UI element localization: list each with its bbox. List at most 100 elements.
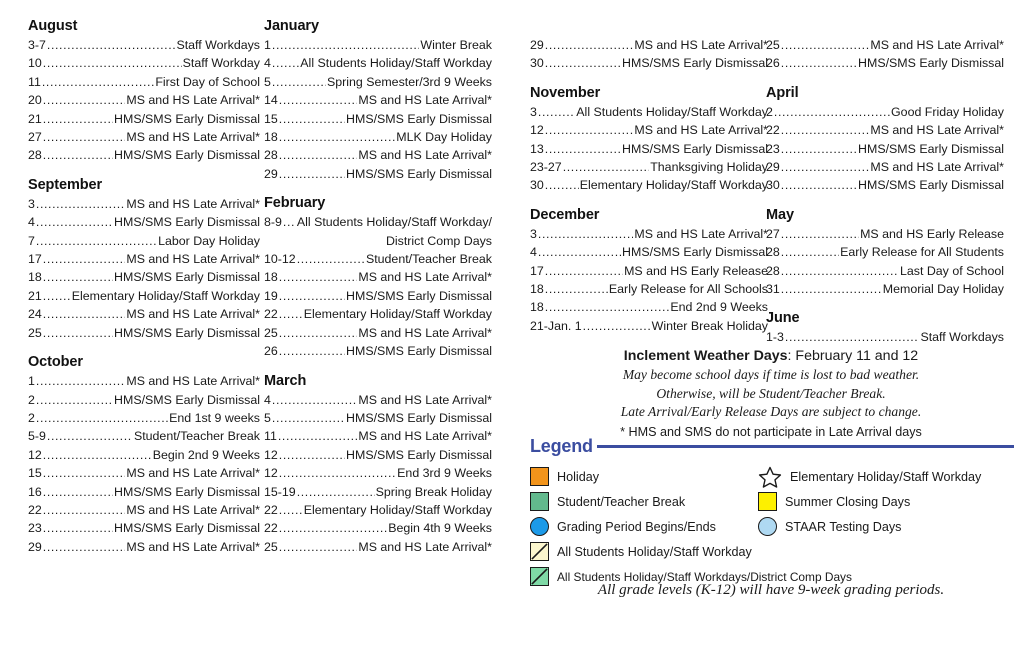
entry-description: HMS/SMS Early Dismissal <box>114 215 260 230</box>
entry-leader-dots: ........................................… <box>544 282 608 297</box>
entry-description: All Students Holiday/Staff Workday <box>576 104 768 119</box>
calendar-entry: 18......................................… <box>530 298 768 316</box>
entry-day: 4 <box>530 245 537 260</box>
entry-day: 28 <box>28 148 42 163</box>
entry-leader-dots: ........................................… <box>35 410 169 425</box>
month-title: February <box>264 195 326 212</box>
month-block: August 3-7...............................… <box>28 18 260 165</box>
entry-day: 30 <box>766 178 780 193</box>
entry-description: Last Day of School <box>899 263 1004 278</box>
calendar-entry: 3.......................................… <box>530 225 768 243</box>
calendar-entry: 3.......................................… <box>28 195 260 213</box>
entry-leader-dots: ........................................… <box>42 484 113 499</box>
entry-day: 25 <box>264 325 278 340</box>
entry-day: 4 <box>28 215 35 230</box>
entry-day: 29 <box>766 160 780 175</box>
calendar-entry: 27......................................… <box>28 128 260 146</box>
entry-description: MS and HS Late Arrival* <box>126 539 260 554</box>
entry-leader-dots: ........................................… <box>42 288 71 303</box>
entry-day: 12 <box>530 123 544 138</box>
calendar-entry: 12......................................… <box>530 121 768 139</box>
entry-day: 15 <box>264 111 278 126</box>
entry-leader-dots: ........................................… <box>544 123 634 138</box>
calendar-entry: 30......................................… <box>766 176 1004 194</box>
legend-item-label: Summer Closing Days <box>785 494 911 509</box>
entry-day: 20 <box>28 93 42 108</box>
legend-title: Legend <box>530 436 593 456</box>
entry-description: MS and HS Late Arrival* <box>126 466 260 481</box>
legend-item-label: Student/Teacher Break <box>557 494 686 509</box>
entry-day: 29 <box>264 166 278 181</box>
calendar-entry: 4.......................................… <box>264 391 492 409</box>
month-title: October <box>28 354 83 371</box>
month-title: January <box>264 18 319 34</box>
entry-leader-dots: ........................................… <box>42 307 126 322</box>
entry-leader-dots: ........................................… <box>780 226 859 241</box>
inclement-weather-heading-row: Inclement Weather Days: February 11 and … <box>528 346 1014 366</box>
entry-day: 3 <box>530 226 537 241</box>
entry-description: Staff Workday <box>182 56 260 71</box>
entry-leader-dots: ........................................… <box>42 270 113 285</box>
entry-leader-dots: ........................................… <box>544 263 623 278</box>
entry-description: HMS/SMS Early Dismissal <box>346 447 492 462</box>
legend-item-label: Grading Period Begins/Ends <box>557 519 716 534</box>
entry-description: MS and HS Early Release <box>860 226 1004 241</box>
entry-leader-dots: ........................................… <box>278 447 345 462</box>
calendar-entry: 12......................................… <box>264 464 492 482</box>
month-block: January 1................................… <box>264 18 492 183</box>
entry-day: 1 <box>28 374 35 389</box>
entry-day: 12 <box>264 447 278 462</box>
entry-description: HMS/SMS Early Dismissal <box>114 148 260 163</box>
entry-day: 29 <box>28 539 42 554</box>
month-column-3: 29......................................… <box>530 0 768 337</box>
month-block: June 1-3.................................… <box>766 310 1004 346</box>
entry-day: 21-Jan. 1 <box>530 318 582 333</box>
entry-description: MS and HS Late Arrival* <box>870 38 1004 52</box>
entry-day: 28 <box>766 263 780 278</box>
entry-description: MS and HS Late Arrival* <box>634 226 768 241</box>
calendar-entry: 4.......................................… <box>530 243 768 261</box>
entry-leader-dots: ........................................… <box>278 148 358 163</box>
inclement-weather-dates: : February 11 and 12 <box>787 348 919 364</box>
entry-day: 5 <box>264 410 271 425</box>
calendar-entry: 25......................................… <box>264 538 492 556</box>
entry-day: 2 <box>28 392 35 407</box>
entry-day: 23 <box>766 141 780 156</box>
calendar-entry: 17......................................… <box>530 262 768 280</box>
entry-leader-dots: ........................................… <box>46 38 176 52</box>
entry-leader-dots: ........................................… <box>42 148 113 163</box>
entry-description: HMS/SMS Early Dismissal <box>114 111 260 126</box>
calendar-entry: 14......................................… <box>264 91 492 109</box>
orange-square-swatch <box>530 467 549 486</box>
calendar-entry: 26......................................… <box>264 342 492 360</box>
entry-description: HMS/SMS Early Dismissal <box>346 166 492 181</box>
month-block: February8-9.............................… <box>264 195 492 360</box>
month-block: 25......................................… <box>766 18 1004 73</box>
entry-description: HMS/SMS Early Dismissal <box>622 56 768 71</box>
entry-day: 15-19 <box>264 484 296 499</box>
legend-item-label: All Students Holiday/Staff Workday <box>557 544 752 559</box>
calendar-entry: 22......................................… <box>264 519 492 537</box>
entry-leader-dots: ........................................… <box>296 484 375 499</box>
calendar-entry: 18......................................… <box>264 128 492 146</box>
entry-description: End 3rd 9 Weeks <box>397 466 492 481</box>
calendar-entry: 25......................................… <box>264 324 492 342</box>
entry-description: MS and HS Late Arrival* <box>126 196 260 211</box>
entry-description: MS and HS Late Arrival* <box>126 502 260 517</box>
entry-description: HMS/SMS Early Dismissal <box>114 270 260 285</box>
entry-description: Spring Break Holiday <box>375 484 492 499</box>
calendar-entry: 4.......................................… <box>28 213 260 231</box>
month-title: August <box>28 18 78 34</box>
entry-description: MS and HS Late Arrival* <box>358 325 492 340</box>
entry-day: 23 <box>28 521 42 536</box>
calendar-entry: 7.......................................… <box>28 232 260 250</box>
calendar-entry: 1-3.....................................… <box>766 328 1004 346</box>
calendar-entry: 23-27...................................… <box>530 158 768 176</box>
entry-day: 25 <box>264 539 278 554</box>
entry-description: Student/Teacher Break <box>133 429 260 444</box>
grading-period-note: All grade levels (K-12) will have 9-week… <box>597 582 945 598</box>
entry-leader-dots: ........................................… <box>780 263 899 278</box>
month-column-4: 25......................................… <box>766 0 1004 349</box>
inclement-weather-block: Inclement Weather Days: February 11 and … <box>528 346 1014 442</box>
month-block: September 3..............................… <box>28 177 260 342</box>
